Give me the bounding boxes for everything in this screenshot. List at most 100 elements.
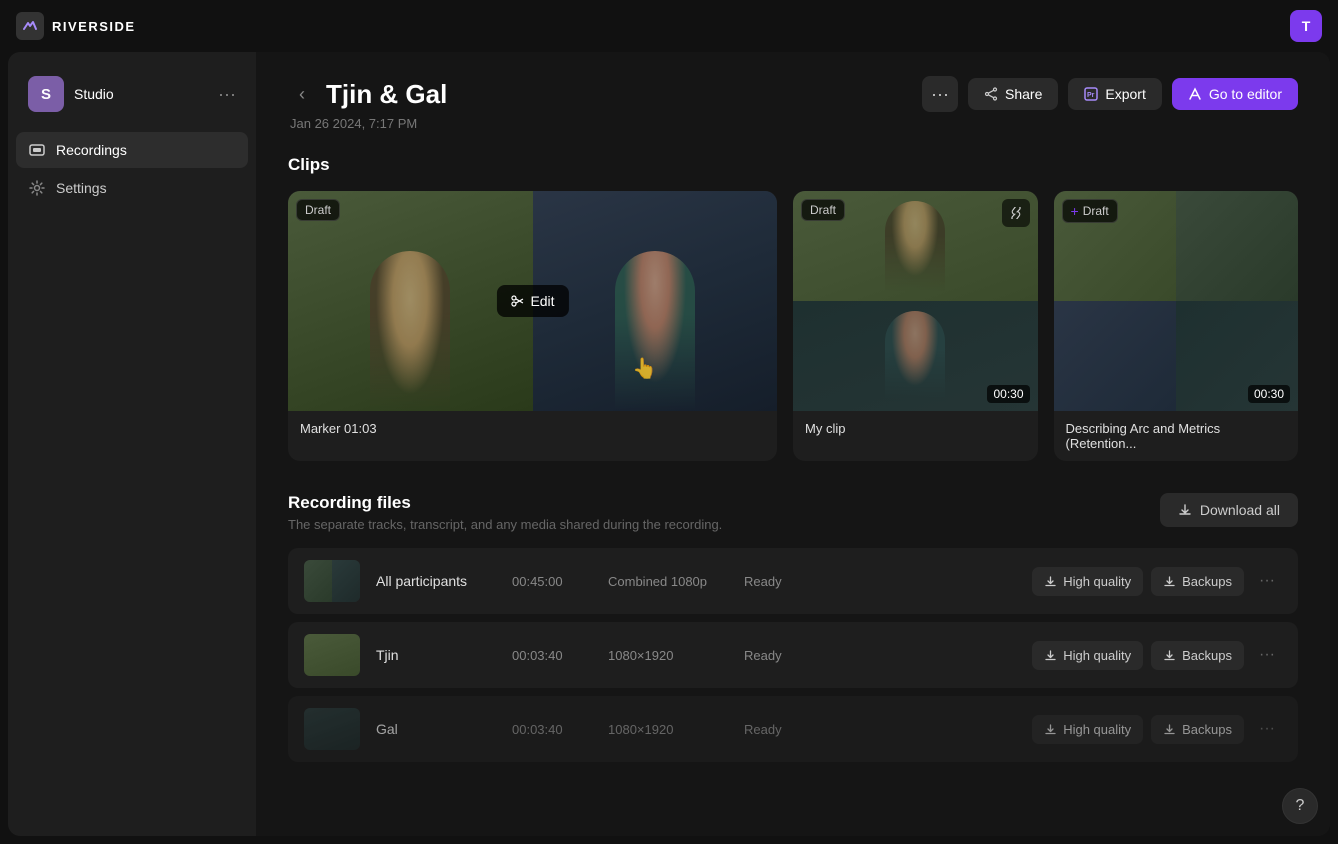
recording-files-title-group: Recording files The separate tracks, tra… (288, 493, 722, 532)
recordings-icon (28, 141, 46, 159)
all-participants-name: All participants (376, 573, 496, 589)
all-participants-hq-label: High quality (1063, 574, 1131, 589)
recording-files-header: Recording files The separate tracks, tra… (288, 493, 1298, 532)
recording-files-title: Recording files (288, 493, 722, 513)
all-participants-actions: High quality Backups ··· (1032, 566, 1282, 596)
tjin-actions: High quality Backups ··· (1032, 640, 1282, 670)
session-date: Jan 26 2024, 7:17 PM (290, 116, 1298, 131)
sidebar: S Studio ··· Recordings (8, 52, 256, 836)
edit-label: Edit (530, 293, 554, 309)
main-layout: S Studio ··· Recordings (8, 52, 1330, 836)
all-participants-duration: 00:45:00 (512, 574, 592, 589)
cursor-indicator: 👆 (632, 356, 657, 381)
sidebar-item-recordings[interactable]: Recordings (16, 132, 248, 168)
clip-3-badge: + Draft (1062, 199, 1118, 223)
gal-thumb (304, 708, 360, 750)
tjin-download-icon (1044, 649, 1057, 662)
clip-2-duration: 00:30 (987, 385, 1029, 403)
share-button[interactable]: Share (968, 78, 1058, 110)
export-icon: Pr (1084, 87, 1098, 101)
tjin-backups-label: Backups (1182, 648, 1232, 663)
download-all-label: Download all (1200, 502, 1280, 518)
scissors-icon (510, 294, 524, 308)
clip-card-2[interactable]: Draft 00:30 My clip (793, 191, 1038, 461)
gal-download-icon (1044, 723, 1057, 736)
all-participants-backups-label: Backups (1182, 574, 1232, 589)
clip-2-link-icon[interactable] (1002, 199, 1030, 227)
clip-3-duration: 00:30 (1248, 385, 1290, 403)
go-to-editor-button[interactable]: Go to editor (1172, 78, 1298, 110)
riverside-logo-icon (16, 12, 44, 40)
clip-card-1[interactable]: Draft Edit (288, 191, 777, 461)
studio-row[interactable]: S Studio ··· (16, 68, 248, 120)
tjin-more-button[interactable]: ··· (1252, 640, 1282, 670)
gal-backups-button[interactable]: Backups (1151, 715, 1244, 744)
export-button[interactable]: Pr Export (1068, 78, 1161, 110)
recording-row-all: All participants 00:45:00 Combined 1080p… (288, 548, 1298, 614)
clip-2-actions (1002, 199, 1030, 227)
editor-label: Go to editor (1209, 86, 1282, 102)
studio-more-button[interactable]: ··· (218, 84, 236, 105)
clips-grid: Draft Edit (288, 191, 1298, 461)
gal-quality: 1080×1920 (608, 722, 728, 737)
all-participants-status: Ready (744, 574, 804, 589)
topbar-user-avatar[interactable]: T (1290, 10, 1322, 42)
clip-2-label: My clip (793, 411, 1038, 446)
download-all-icon (1178, 503, 1192, 517)
tjin-quality: 1080×1920 (608, 648, 728, 663)
main-content: ‹ Tjin & Gal ··· Share P (256, 52, 1330, 836)
clip-3-label: Describing Arc and Metrics (Retention... (1054, 411, 1299, 461)
gal-hq-label: High quality (1063, 722, 1131, 737)
studio-name-label: Studio (74, 86, 208, 102)
recording-row-tjin: Tjin 00:03:40 1080×1920 Ready High quali… (288, 622, 1298, 688)
editor-icon (1188, 87, 1202, 101)
clip-1-badge: Draft (296, 199, 340, 221)
topbar-logo: RIVERSIDE (16, 12, 136, 40)
clip-card-3[interactable]: + Draft 00:30 Describing Arc and Metrics… (1054, 191, 1299, 461)
gal-duration: 00:03:40 (512, 722, 592, 737)
tjin-thumb (304, 634, 360, 676)
topbar: RIVERSIDE T (0, 0, 1338, 52)
sidebar-recordings-label: Recordings (56, 142, 127, 158)
export-label: Export (1105, 86, 1145, 102)
tjin-backups-icon (1163, 649, 1176, 662)
help-button[interactable]: ? (1282, 788, 1318, 824)
clip-1-label: Marker 01:03 (288, 411, 777, 446)
recording-files-description: The separate tracks, transcript, and any… (288, 517, 722, 532)
tjin-hq-button[interactable]: High quality (1032, 641, 1143, 670)
share-label: Share (1005, 86, 1042, 102)
all-participants-backups-button[interactable]: Backups (1151, 567, 1244, 596)
session-title: Tjin & Gal (326, 79, 912, 110)
all-participants-thumb (304, 560, 360, 602)
sidebar-item-settings[interactable]: Settings (16, 170, 248, 206)
session-more-button[interactable]: ··· (922, 76, 958, 112)
tjin-hq-label: High quality (1063, 648, 1131, 663)
clip-2-badge: Draft (801, 199, 845, 221)
tjin-backups-button[interactable]: Backups (1151, 641, 1244, 670)
gal-hq-button[interactable]: High quality (1032, 715, 1143, 744)
tjin-name: Tjin (376, 647, 496, 663)
download-all-button[interactable]: Download all (1160, 493, 1298, 527)
recording-row-gal: Gal 00:03:40 1080×1920 Ready High qualit… (288, 696, 1298, 762)
all-participants-more-button[interactable]: ··· (1252, 566, 1282, 596)
content-header: ‹ Tjin & Gal ··· Share P (288, 76, 1298, 112)
sidebar-nav: Recordings Settings (8, 124, 256, 214)
all-participants-quality: Combined 1080p (608, 574, 728, 589)
all-participants-hq-button[interactable]: High quality (1032, 567, 1143, 596)
clips-section-title: Clips (288, 155, 1298, 175)
topbar-logo-text: RIVERSIDE (52, 19, 136, 34)
clip-3-badge-plus: + (1071, 203, 1079, 219)
gal-actions: High quality Backups ··· (1032, 714, 1282, 744)
settings-icon (28, 179, 46, 197)
svg-text:Pr: Pr (1087, 92, 1095, 99)
backups-icon (1163, 575, 1176, 588)
download-hq-icon (1044, 575, 1057, 588)
tjin-duration: 00:03:40 (512, 648, 592, 663)
gal-status: Ready (744, 722, 804, 737)
sidebar-settings-label: Settings (56, 180, 107, 196)
gal-more-button[interactable]: ··· (1252, 714, 1282, 744)
gal-backups-label: Backups (1182, 722, 1232, 737)
clip-1-edit-overlay[interactable]: Edit (496, 285, 568, 317)
share-icon (984, 87, 998, 101)
back-button[interactable]: ‹ (288, 80, 316, 108)
